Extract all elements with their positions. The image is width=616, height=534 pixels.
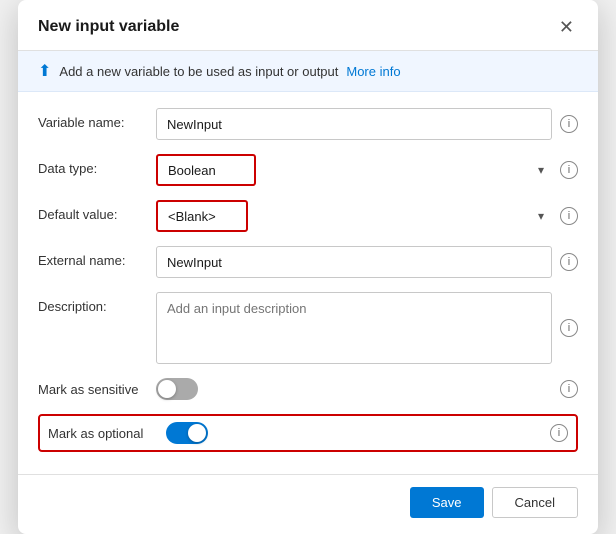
default-value-control: <Blank> True False ▾ i	[156, 200, 578, 232]
more-info-link[interactable]: More info	[346, 64, 400, 79]
mark-sensitive-thumb	[158, 380, 176, 398]
dialog-title: New input variable	[38, 18, 179, 36]
mark-sensitive-label: Mark as sensitive	[38, 382, 148, 397]
variable-name-control: i	[156, 108, 578, 140]
default-value-row: Default value: <Blank> True False ▾ i	[38, 200, 578, 232]
data-type-label: Data type:	[38, 154, 148, 176]
mark-optional-toggle[interactable]	[166, 422, 208, 444]
dialog-body: Variable name: i Data type: Boolean Text…	[18, 92, 598, 474]
info-banner: ⬆ Add a new variable to be used as input…	[18, 51, 598, 92]
external-name-label: External name:	[38, 246, 148, 268]
close-button[interactable]: ✕	[555, 16, 578, 38]
mark-sensitive-control: i	[156, 378, 578, 400]
external-name-input[interactable]	[156, 246, 552, 278]
new-input-variable-dialog: New input variable ✕ ⬆ Add a new variabl…	[18, 0, 598, 534]
banner-text: Add a new variable to be used as input o…	[59, 64, 338, 79]
data-type-chevron-icon: ▾	[538, 163, 544, 177]
external-name-control: i	[156, 246, 578, 278]
default-value-select[interactable]: <Blank> True False	[156, 200, 248, 232]
data-type-select[interactable]: Boolean Text Number List DateTime	[156, 154, 256, 186]
upload-icon: ⬆	[38, 61, 51, 81]
dialog-footer: Save Cancel	[18, 474, 598, 534]
data-type-control: Boolean Text Number List DateTime ▾ i	[156, 154, 578, 186]
mark-sensitive-toggle[interactable]	[156, 378, 198, 400]
description-info-icon: i	[560, 319, 578, 337]
data-type-select-wrapper: Boolean Text Number List DateTime ▾	[156, 154, 552, 186]
mark-sensitive-track	[156, 378, 198, 400]
default-value-chevron-icon: ▾	[538, 209, 544, 223]
external-name-info-icon: i	[560, 253, 578, 271]
variable-name-input[interactable]	[156, 108, 552, 140]
default-value-label: Default value:	[38, 200, 148, 222]
mark-optional-info-icon: i	[550, 424, 568, 442]
data-type-row: Data type: Boolean Text Number List Date…	[38, 154, 578, 186]
default-value-select-wrapper: <Blank> True False ▾	[156, 200, 552, 232]
mark-optional-thumb	[188, 424, 206, 442]
external-name-row: External name: i	[38, 246, 578, 278]
cancel-button[interactable]: Cancel	[492, 487, 578, 518]
variable-name-row: Variable name: i	[38, 108, 578, 140]
mark-optional-control: i	[166, 422, 568, 444]
description-control: i	[156, 292, 578, 364]
variable-name-info-icon: i	[560, 115, 578, 133]
mark-sensitive-row: Mark as sensitive i	[38, 378, 578, 400]
mark-optional-row: Mark as optional i	[38, 414, 578, 452]
save-button[interactable]: Save	[410, 487, 484, 518]
default-value-info-icon: i	[560, 207, 578, 225]
mark-optional-track	[166, 422, 208, 444]
description-label: Description:	[38, 292, 148, 314]
mark-optional-label: Mark as optional	[48, 426, 158, 441]
description-textarea[interactable]	[156, 292, 552, 364]
variable-name-label: Variable name:	[38, 108, 148, 130]
data-type-info-icon: i	[560, 161, 578, 179]
mark-sensitive-info-icon: i	[560, 380, 578, 398]
description-row: Description: i	[38, 292, 578, 364]
dialog-header: New input variable ✕	[18, 0, 598, 51]
